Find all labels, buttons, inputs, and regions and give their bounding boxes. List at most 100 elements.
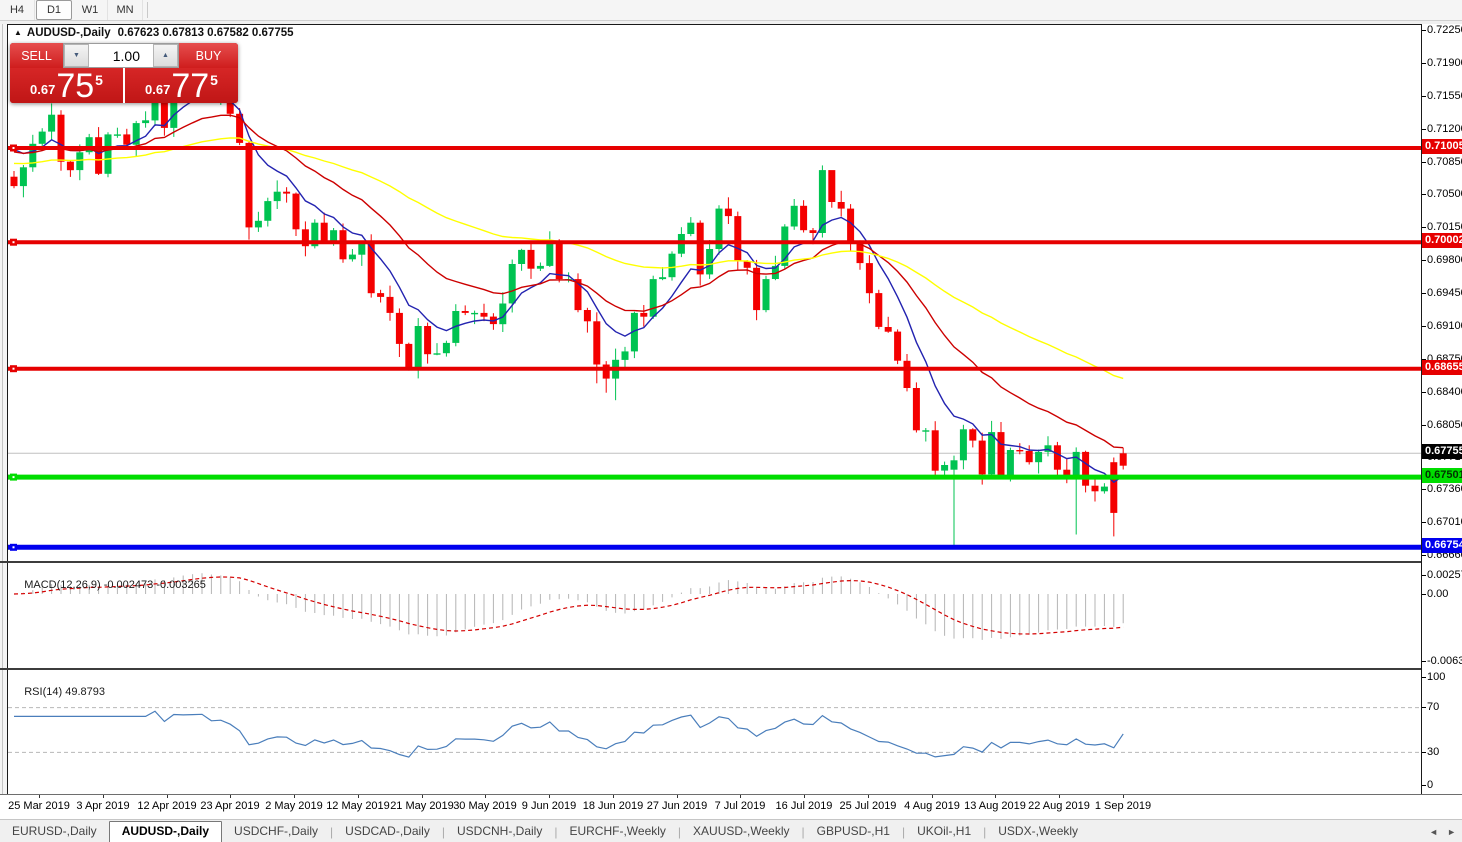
indicator-tick-label: 0.002574 xyxy=(1427,569,1462,581)
chart-tab-usdcnh-daily[interactable]: USDCNH-,Daily xyxy=(445,821,554,842)
axis-tick xyxy=(1422,522,1426,523)
chart-tab-ukoil-h1[interactable]: UKOil-,H1 xyxy=(905,821,983,842)
timeframe-button-w1[interactable]: W1 xyxy=(73,0,108,20)
price-tick-label: 0.70500 xyxy=(1427,188,1462,200)
axis-tick xyxy=(1422,326,1426,327)
indicator-tick-label: 30 xyxy=(1427,746,1440,758)
indicator-tick-label: 100 xyxy=(1427,671,1446,683)
tabs-scroll-right-icon[interactable]: ► xyxy=(1447,827,1456,837)
date-tick xyxy=(422,795,423,798)
price-tick-label: 0.69100 xyxy=(1427,320,1462,332)
price-tick-label: 0.68050 xyxy=(1427,419,1462,431)
axis-tick xyxy=(1422,293,1426,294)
timeframe-button-mn[interactable]: MN xyxy=(108,0,143,20)
window-left-edge xyxy=(0,24,8,794)
level-price-tag[interactable]: 0.67501 xyxy=(1422,468,1462,483)
axis-tick xyxy=(1422,227,1426,228)
chart-tab-xauusd-weekly[interactable]: XAUUSD-,Weekly xyxy=(681,821,801,842)
indicator-tick-label: 0.00 xyxy=(1427,588,1449,600)
timeframe-toolbar: H4 D1 W1 MN xyxy=(0,0,1462,21)
date-tick xyxy=(613,795,614,798)
axis-tick xyxy=(1422,63,1426,64)
axis-tick xyxy=(1422,575,1426,576)
chart-tab-bar: EURUSD-,Daily AUDUSD-,Daily USDCHF-,Daily |… xyxy=(0,819,1462,842)
level-price-tag[interactable]: 0.70002 xyxy=(1422,233,1462,248)
axis-tick xyxy=(1422,555,1426,556)
price-tick-label: 0.67360 xyxy=(1427,483,1462,495)
axis-tick xyxy=(1422,162,1426,163)
current-price-tag: 0.67755 xyxy=(1422,444,1462,459)
axis-tick xyxy=(1422,752,1426,753)
axis-tick xyxy=(1422,594,1426,595)
axis-tick xyxy=(1422,425,1426,426)
chart-symbol: AUDUSD-,Daily xyxy=(26,27,111,39)
price-chart[interactable] xyxy=(8,24,1421,562)
chart-ohlc-values: 0.67623 0.67813 0.67582 0.67755 xyxy=(117,27,294,39)
price-tick-label: 0.69450 xyxy=(1427,287,1462,299)
date-tick-label: 1 Sep 2019 xyxy=(1094,800,1152,812)
volume-decrease-icon[interactable]: ▼ xyxy=(64,44,89,67)
date-tick xyxy=(39,795,40,798)
indicator-tick-label: 0 xyxy=(1427,779,1434,791)
buy-button[interactable]: BUY xyxy=(179,43,238,68)
price-tick-label: 0.71550 xyxy=(1427,90,1462,102)
price-tick-label: 0.71200 xyxy=(1427,123,1462,135)
volume-increase-icon[interactable]: ▲ xyxy=(153,44,178,67)
timeframe-button-h4[interactable]: H4 xyxy=(0,0,35,20)
date-tick xyxy=(103,795,104,798)
indicator-tick-label: -0.006326 xyxy=(1427,655,1462,667)
axis-tick xyxy=(1422,661,1426,662)
chart-tab-usdx-weekly[interactable]: USDX-,Weekly xyxy=(986,821,1090,842)
price-tick-label: 0.72250 xyxy=(1427,24,1462,36)
date-tick xyxy=(485,795,486,798)
volume-stepper: ▼ ▲ xyxy=(63,43,179,68)
axis-tick xyxy=(1422,489,1426,490)
date-tick xyxy=(1059,795,1060,798)
date-tick xyxy=(358,795,359,798)
chart-title: ▲ AUDUSD-,Daily 0.67623 0.67813 0.67582 0.… xyxy=(14,27,294,39)
chart-tab-usdchf-daily[interactable]: USDCHF-,Daily xyxy=(222,821,330,842)
axis-tick xyxy=(1422,785,1426,786)
date-tick xyxy=(932,795,933,798)
date-tick xyxy=(995,795,996,798)
axis-tick xyxy=(1422,707,1426,708)
chart-tab-eurusd-daily[interactable]: EURUSD-,Daily xyxy=(0,821,109,842)
sell-button[interactable]: SELL xyxy=(10,43,63,68)
level-price-tag[interactable]: 0.66754 xyxy=(1422,538,1462,553)
price-tick-label: 0.67010 xyxy=(1427,516,1462,528)
sell-price[interactable]: 0.67 75 5 xyxy=(10,68,123,103)
date-axis[interactable]: 25 Mar 2019 3 Apr 2019 12 Apr 2019 23 Ap… xyxy=(0,794,1462,819)
price-axis[interactable]: 0.72250 0.71900 0.71550 0.71200 0.70850 0.705… xyxy=(1421,24,1462,794)
collapse-panel-icon[interactable]: ▲ xyxy=(14,28,22,37)
date-tick xyxy=(677,795,678,798)
level-price-tag[interactable]: 0.71005 xyxy=(1422,139,1462,154)
one-click-trading-panel: SELL ▼ ▲ BUY 0.67755 0.67775 xyxy=(10,43,238,103)
axis-tick xyxy=(1422,96,1426,97)
date-tick xyxy=(804,795,805,798)
axis-tick xyxy=(1422,129,1426,130)
date-tick xyxy=(294,795,295,798)
price-tick-label: 0.69800 xyxy=(1427,254,1462,266)
chart-tab-usdcad-daily[interactable]: USDCAD-,Daily xyxy=(333,821,442,842)
timeframe-button-d1[interactable]: D1 xyxy=(36,0,72,20)
level-price-tag[interactable]: 0.68655 xyxy=(1422,360,1462,375)
date-tick xyxy=(549,795,550,798)
chart-tab-eurchf-weekly[interactable]: EURCHF-,Weekly xyxy=(557,821,677,842)
rsi-label: RSI(14) 49.8793 xyxy=(24,686,105,698)
tabs-scroll-left-icon[interactable]: ◄ xyxy=(1429,827,1438,837)
price-tick-label: 0.71900 xyxy=(1427,57,1462,69)
chart-tab-gbpusd-h1[interactable]: GBPUSD-,H1 xyxy=(805,821,902,842)
date-tick xyxy=(1123,795,1124,798)
chart-tab-audusd-daily[interactable]: AUDUSD-,Daily xyxy=(108,820,223,842)
rsi-chart[interactable] xyxy=(8,670,1421,793)
price-tick-label: 0.70150 xyxy=(1427,221,1462,233)
macd-label: MACD(12,26,9) -0.002473 -0.003265 xyxy=(24,579,206,591)
axis-tick xyxy=(1422,392,1426,393)
axis-tick xyxy=(1422,194,1426,195)
date-tick xyxy=(167,795,168,798)
buy-price[interactable]: 0.67 77 5 xyxy=(125,68,238,103)
axis-tick xyxy=(1422,30,1426,31)
date-tick xyxy=(868,795,869,798)
macd-chart[interactable] xyxy=(8,563,1421,668)
volume-input[interactable] xyxy=(89,44,153,67)
